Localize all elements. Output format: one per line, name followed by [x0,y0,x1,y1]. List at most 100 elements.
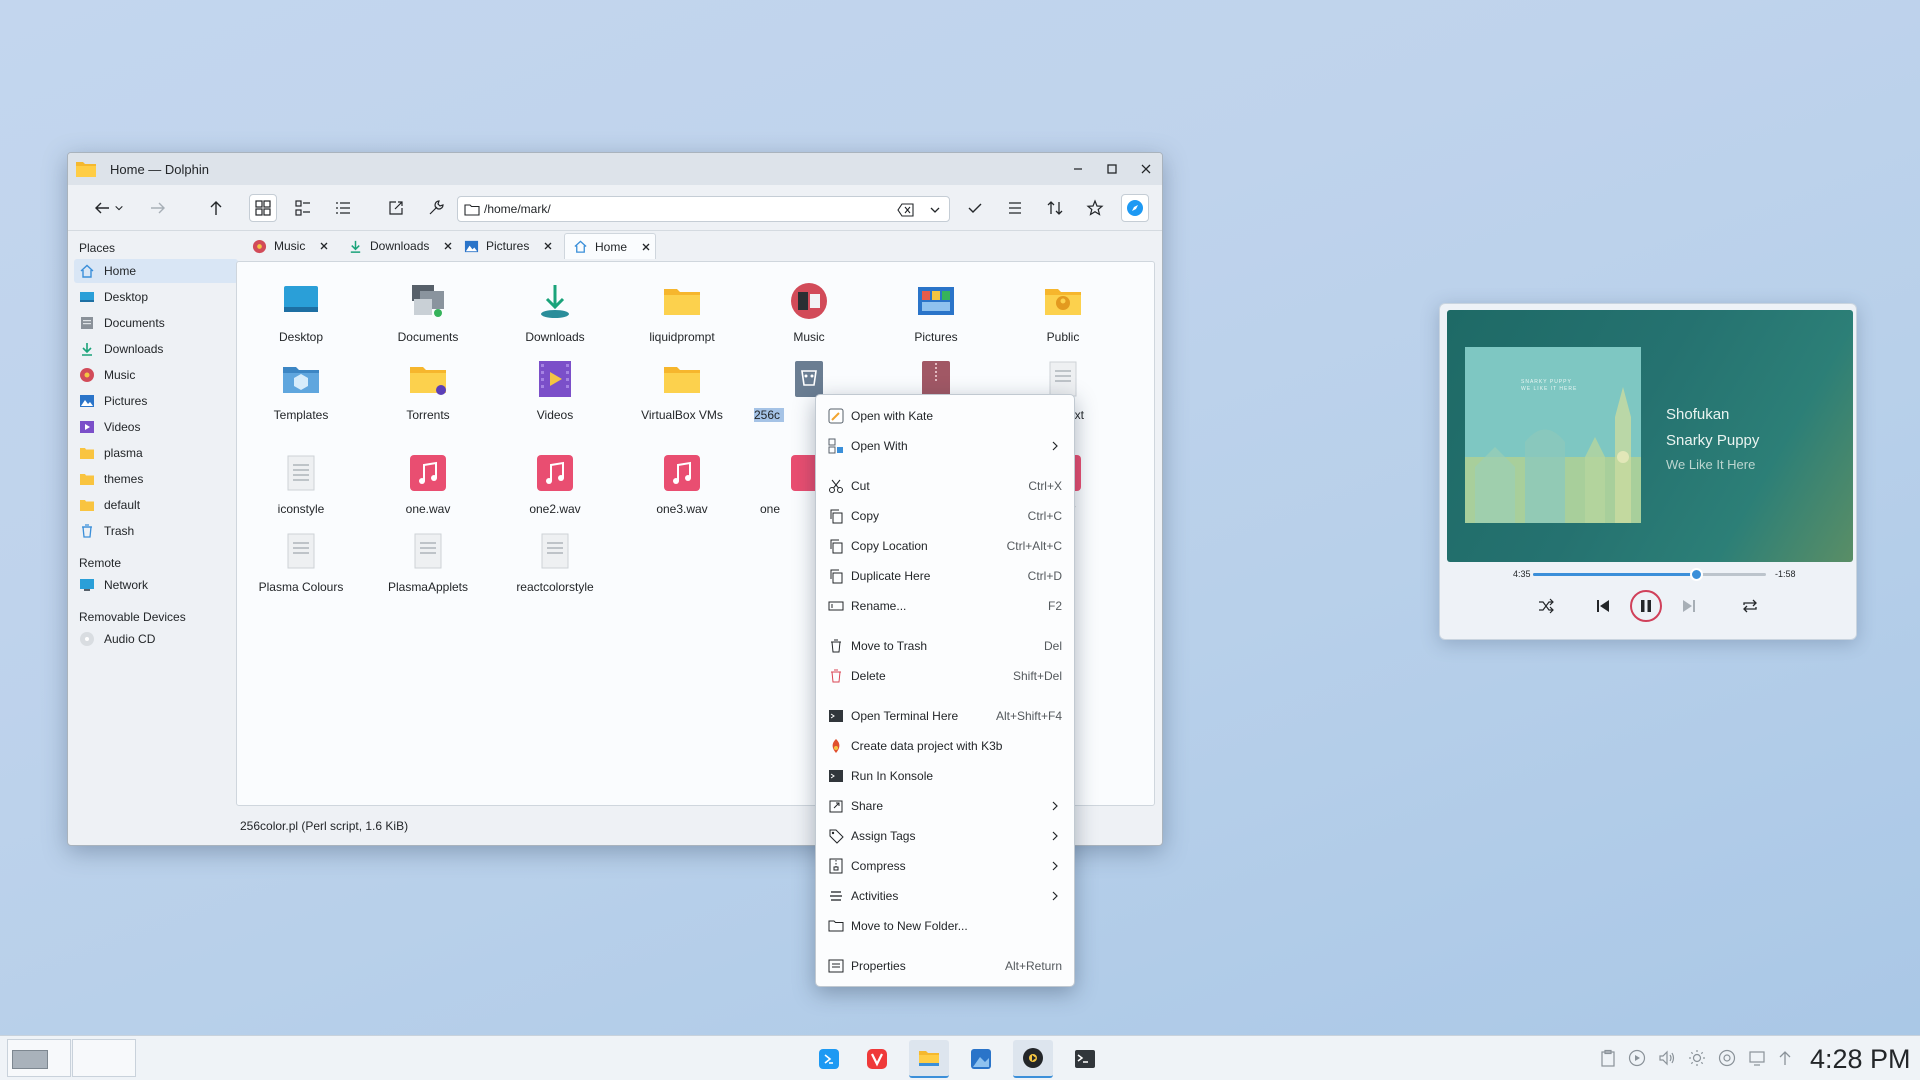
previous-button[interactable] [1588,591,1618,621]
task-dolphin[interactable] [909,1040,949,1078]
file-item-downloads[interactable]: Downloads [496,281,614,353]
tab-home[interactable]: Home [564,233,656,259]
file-item-iconstyle[interactable]: iconstyle [242,453,360,525]
tab-music[interactable]: Music [244,233,338,259]
file-item-one3-wav[interactable]: one3.wav [623,453,741,525]
task-image-viewer[interactable] [961,1040,1001,1078]
menu-item-open-terminal-here[interactable]: Open Terminal Here Alt+Shift+F4 [822,703,1068,729]
file-item-public[interactable]: Public [1004,281,1122,353]
sidebar-item-home[interactable]: Home [74,259,238,283]
file-item-virtualbox-vms[interactable]: VirtualBox VMs [623,359,741,431]
configure-wrench-button[interactable] [422,194,450,222]
sidebar-item-pictures[interactable]: Pictures [74,389,238,413]
file-item-desktop[interactable]: Desktop [242,281,360,353]
file-item-one-wav[interactable]: one.wav [369,453,487,525]
menu-item-rename[interactable]: Rename... F2 [822,593,1068,619]
icons-view-button[interactable] [249,194,277,222]
task-kde-connect[interactable] [809,1040,849,1078]
brightness-icon[interactable] [1688,1049,1706,1067]
close-icon[interactable] [543,241,553,251]
menu-item-move-to-new-folder[interactable]: Move to New Folder... [822,913,1068,939]
network-icon[interactable] [1748,1049,1766,1067]
location-bar[interactable] [457,196,950,222]
back-history-dropdown[interactable] [112,194,126,222]
updates-icon[interactable] [1718,1049,1736,1067]
file-item-pictures[interactable]: Pictures [877,281,995,353]
kde-connect-button[interactable] [1121,194,1149,222]
menu-item-run-in-konsole[interactable]: Run In Konsole [822,763,1068,789]
menu-item-copy[interactable]: Copy Ctrl+C [822,503,1068,529]
repeat-button[interactable] [1735,591,1765,621]
sidebar-item-trash[interactable]: Trash [74,519,238,543]
close-button[interactable] [1136,159,1156,179]
menu-item-assign-tags[interactable]: Assign Tags [822,823,1068,849]
menu-item-activities[interactable]: Activities [822,883,1068,909]
file-item-liquidprompt[interactable]: liquidprompt [623,281,741,353]
up-button[interactable] [202,194,230,222]
pause-button[interactable] [1630,590,1662,622]
file-item-videos[interactable]: Videos [496,359,614,431]
menu-item-delete[interactable]: Delete Shift+Del [822,663,1068,689]
clock[interactable]: 4:28 PM [1810,1044,1911,1075]
file-item-music[interactable]: Music [750,281,868,353]
bookmark-star-button[interactable] [1081,194,1109,222]
sidebar-item-audio-cd[interactable]: Audio CD [74,627,238,651]
menu-item-share[interactable]: Share [822,793,1068,819]
menu-item-open-with[interactable]: Open With [822,433,1068,459]
file-item-plasmaapplets[interactable]: PlasmaApplets [369,531,487,603]
sidebar-item-default[interactable]: default [74,493,238,517]
maximize-button[interactable] [1102,159,1122,179]
shuffle-button[interactable] [1531,591,1561,621]
volume-icon[interactable] [1658,1049,1676,1067]
menu-item-create-k3b-project[interactable]: Create data project with K3b [822,733,1068,759]
seek-slider[interactable] [1533,568,1766,581]
file-item-one2-wav[interactable]: one2.wav [496,453,614,525]
file-item-templates[interactable]: Templates [242,359,360,431]
compact-view-button[interactable] [289,194,317,222]
sidebar-item-videos[interactable]: Videos [74,415,238,439]
menu-button[interactable] [1001,194,1029,222]
file-item-torrents[interactable]: Torrents [369,359,487,431]
menu-item-properties[interactable]: Properties Alt+Return [822,953,1068,979]
sidebar-item-themes[interactable]: themes [74,467,238,491]
sidebar-item-music[interactable]: Music [74,363,238,387]
clipboard-icon[interactable] [1599,1049,1617,1067]
sidebar-item-documents[interactable]: Documents [74,311,238,335]
menu-item-move-to-trash[interactable]: Move to Trash Del [822,633,1068,659]
close-icon[interactable] [641,242,651,252]
media-controller-icon[interactable] [1628,1049,1646,1067]
task-vivaldi[interactable] [857,1040,897,1078]
expand-tray-icon[interactable] [1776,1049,1794,1067]
close-icon[interactable] [319,241,329,251]
details-view-button[interactable] [329,194,357,222]
virtual-desktop-2[interactable] [72,1039,136,1077]
sidebar-item-desktop[interactable]: Desktop [74,285,238,309]
task-music-player[interactable] [1013,1040,1053,1078]
next-button[interactable] [1674,591,1704,621]
sidebar-item-plasma[interactable]: plasma [74,441,238,465]
menu-item-open-with-kate[interactable]: Open with Kate [822,403,1068,429]
confirm-location-button[interactable] [961,194,989,222]
sort-button[interactable] [1041,194,1069,222]
chevron-down-icon[interactable] [929,204,941,216]
virtual-desktop-1[interactable] [7,1039,71,1077]
forward-button[interactable] [144,194,172,222]
file-item-plasma-colours[interactable]: Plasma Colours [242,531,360,603]
sidebar-item-network[interactable]: Network [74,573,238,597]
menu-item-duplicate-here[interactable]: Duplicate Here Ctrl+D [822,563,1068,589]
menu-item-compress[interactable]: Compress [822,853,1068,879]
minimize-button[interactable] [1068,159,1088,179]
menu-item-cut[interactable]: Cut Ctrl+X [822,473,1068,499]
tab-downloads[interactable]: Downloads [340,233,454,259]
location-input[interactable] [484,200,864,218]
task-konsole[interactable] [1065,1040,1105,1078]
file-item-documents[interactable]: Documents [369,281,487,353]
file-item-reactcolorstyle[interactable]: reactcolorstyle [496,531,614,603]
titlebar[interactable]: Home — Dolphin [68,153,1162,185]
open-split-button[interactable] [382,194,410,222]
menu-item-copy-location[interactable]: Copy Location Ctrl+Alt+C [822,533,1068,559]
close-icon[interactable] [443,241,453,251]
tab-pictures[interactable]: Pictures [456,233,562,259]
seek-handle[interactable] [1690,568,1704,581]
clear-icon[interactable] [897,202,915,218]
